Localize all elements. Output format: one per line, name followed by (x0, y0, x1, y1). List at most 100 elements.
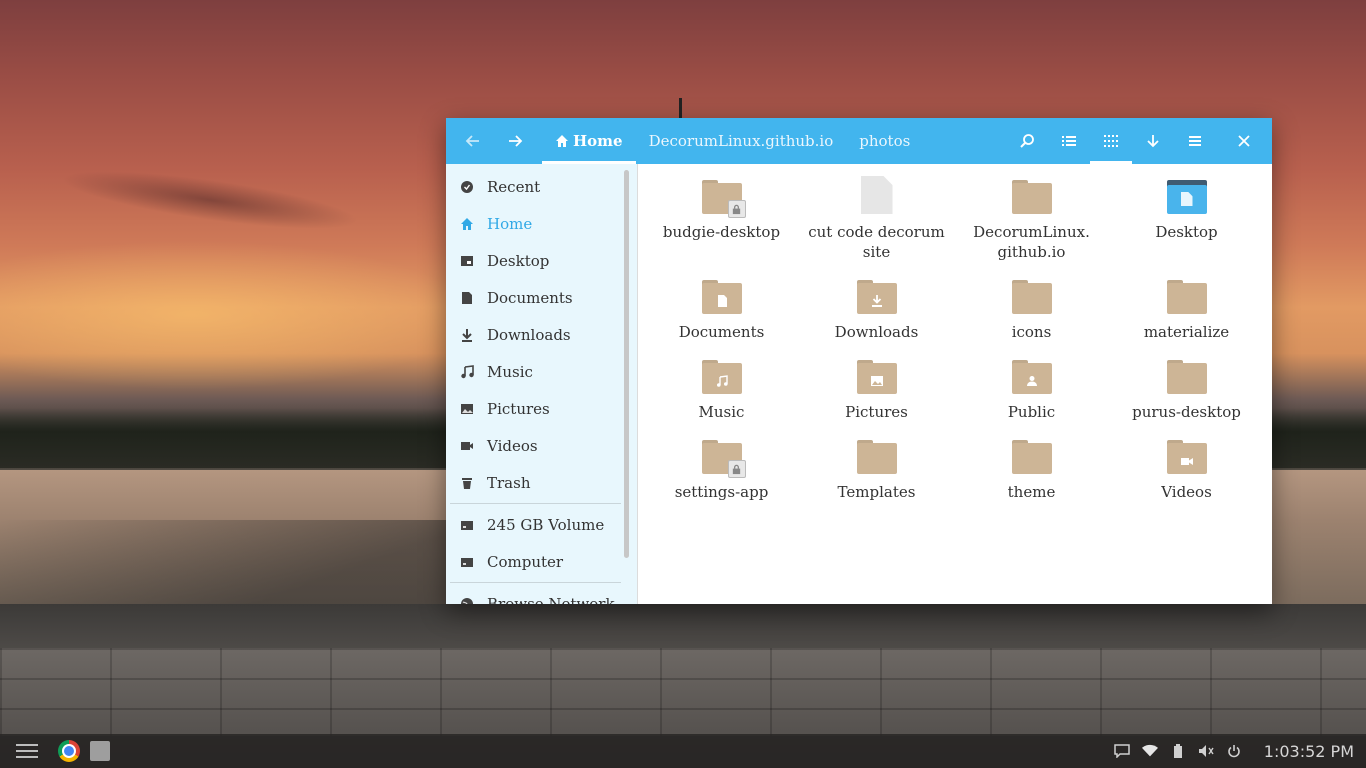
sidebar-item-recent[interactable]: Recent (446, 168, 637, 205)
sidebar-divider (450, 503, 621, 504)
sidebar-item-label: 245 GB Volume (487, 515, 605, 534)
folder-icon (856, 436, 897, 476)
sidebar-item-browse-network[interactable]: Browse Network (446, 585, 637, 604)
sidebar-item-label: Trash (487, 473, 531, 492)
sidebar-item-trash[interactable]: Trash (446, 464, 637, 501)
window-body: Recent Home Desktop Documents Downloads … (446, 164, 1272, 604)
volume-icon[interactable] (1198, 744, 1214, 758)
file-item-purus-desktop[interactable]: purus-desktop (1109, 352, 1264, 432)
file-item-videos[interactable]: Videos (1109, 432, 1264, 512)
power-icon[interactable] (1226, 744, 1242, 758)
file-item-downloads[interactable]: Downloads (799, 272, 954, 352)
sidebar-item-music[interactable]: Music (446, 353, 637, 390)
file-item-materialize[interactable]: materialize (1109, 272, 1264, 352)
breadcrumb-label: Home (573, 132, 623, 150)
home-icon (460, 217, 474, 231)
breadcrumb-label: DecorumLinux.github.io (648, 132, 834, 150)
sidebar-divider (450, 582, 621, 583)
sidebar-item-volume[interactable]: 245 GB Volume (446, 506, 637, 543)
notification-icon[interactable] (1114, 744, 1130, 758)
arrow-left-icon (465, 135, 479, 147)
sidebar-item-label: Recent (487, 177, 541, 196)
sidebar-item-desktop[interactable]: Desktop (446, 242, 637, 279)
file-item-documents[interactable]: Documents (644, 272, 799, 352)
header-bar: Home DecorumLinux.github.io photos (446, 118, 1272, 164)
sidebar-item-computer[interactable]: Computer (446, 543, 637, 580)
file-item-cut-code[interactable]: cut code decorum site (799, 172, 954, 272)
header-actions (1006, 118, 1272, 164)
file-name: Templates (837, 483, 916, 501)
search-icon (1020, 134, 1034, 148)
sidebar-scrollbar[interactable] (624, 170, 629, 558)
forward-button[interactable] (500, 118, 530, 164)
sidebar-item-videos[interactable]: Videos (446, 427, 637, 464)
chrome-icon[interactable] (58, 740, 80, 762)
search-button[interactable] (1006, 118, 1048, 164)
wifi-icon[interactable] (1141, 744, 1158, 758)
file-item-public[interactable]: Public (954, 352, 1109, 432)
back-button[interactable] (446, 118, 500, 164)
grid-view-icon (1104, 135, 1118, 147)
music-folder-icon (701, 356, 742, 396)
document-icon (460, 291, 474, 305)
folder-icon (1166, 356, 1207, 396)
file-name: Pictures (845, 403, 908, 421)
grid-view-button[interactable] (1090, 118, 1132, 164)
sidebar-item-label: Home (487, 214, 533, 233)
file-name: Downloads (834, 323, 919, 341)
files-app-icon[interactable] (90, 741, 110, 761)
file-name: cut code decorum site (808, 223, 945, 261)
file-item-desktop[interactable]: Desktop (1109, 172, 1264, 272)
network-icon (460, 597, 474, 604)
sidebar-item-home[interactable]: Home (446, 205, 637, 242)
music-icon (460, 364, 474, 379)
sidebar-item-pictures[interactable]: Pictures (446, 390, 637, 427)
menu-button[interactable] (1174, 118, 1216, 164)
file-item-music[interactable]: Music (644, 352, 799, 432)
file-item-pictures[interactable]: Pictures (799, 352, 954, 432)
battery-icon[interactable] (1170, 744, 1186, 758)
sidebar-item-label: Computer (487, 552, 564, 571)
wallpaper-platform (0, 604, 1366, 648)
file-item-templates[interactable]: Templates (799, 432, 954, 512)
video-icon (460, 439, 474, 453)
locked-folder-icon (701, 436, 746, 478)
breadcrumb-home[interactable]: Home (542, 118, 636, 164)
breadcrumb-decorumlinux[interactable]: DecorumLinux.github.io (636, 118, 847, 164)
folder-icon (1011, 176, 1052, 216)
sidebar-item-downloads[interactable]: Downloads (446, 316, 637, 353)
file-item-settings-app[interactable]: settings-app (644, 432, 799, 512)
file-name: Public (1007, 403, 1056, 421)
list-view-icon (1062, 136, 1076, 146)
file-item-budgie-desktop[interactable]: budgie-desktop (644, 172, 799, 272)
videos-folder-icon (1166, 436, 1207, 476)
file-name: materialize (1143, 323, 1230, 341)
wallpaper-antenna (679, 98, 682, 120)
file-item-decorumlinux[interactable]: DecorumLinux. github.io (954, 172, 1109, 272)
sidebar: Recent Home Desktop Documents Downloads … (446, 164, 638, 604)
file-name: Videos (1161, 483, 1212, 501)
file-item-theme[interactable]: theme (954, 432, 1109, 512)
folder-icon (1011, 436, 1052, 476)
home-icon (556, 135, 568, 147)
breadcrumb-photos[interactable]: photos (846, 118, 923, 164)
file-name: Desktop (1155, 223, 1218, 241)
clock[interactable]: 1:03:52 PM (1264, 742, 1354, 761)
file-name: DecorumLinux. github.io (973, 223, 1090, 261)
close-button[interactable] (1216, 118, 1272, 164)
sidebar-item-documents[interactable]: Documents (446, 279, 637, 316)
sort-button[interactable] (1132, 118, 1174, 164)
locked-folder-icon (701, 176, 746, 218)
sidebar-item-label: Pictures (487, 399, 550, 418)
file-grid: budgie-desktop cut code decorum site Dec… (644, 172, 1264, 512)
file-item-icons[interactable]: icons (954, 272, 1109, 352)
public-folder-icon (1011, 356, 1052, 396)
list-view-button[interactable] (1048, 118, 1090, 164)
file-name: settings-app (674, 483, 769, 501)
app-menu-icon[interactable] (16, 744, 38, 758)
download-icon (460, 328, 474, 342)
sort-down-icon (1147, 135, 1159, 148)
desktop-folder-icon (1166, 176, 1207, 216)
file-name: budgie-desktop (662, 223, 781, 241)
wallpaper-clouds (58, 159, 362, 241)
